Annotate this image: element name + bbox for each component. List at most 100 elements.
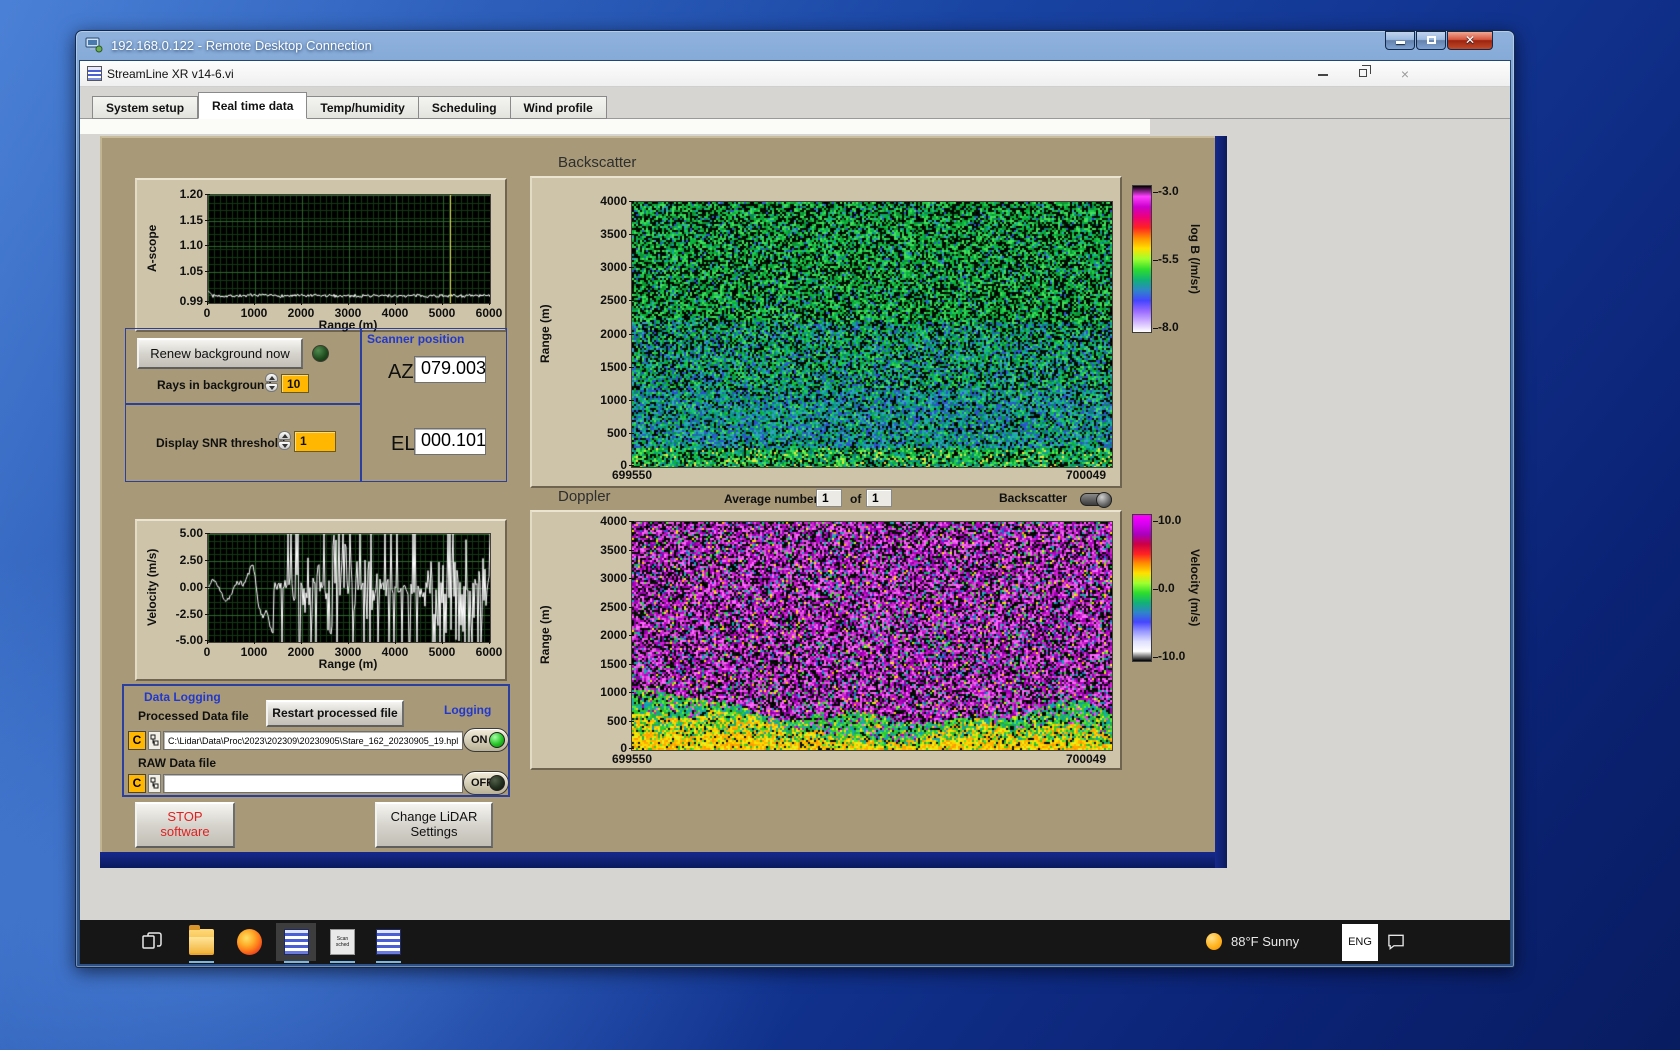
velocity-plot: [207, 533, 491, 643]
axis-tick: 4000: [600, 514, 627, 528]
az-label: AZ: [388, 361, 414, 383]
az-value-field[interactable]: 079.003: [414, 356, 486, 383]
rdp-maximize-icon[interactable]: [1416, 31, 1446, 50]
a-scope-graph: A-scope Range (m) 1.20 1.15 1.10 1.05 0.99 0 1…: [135, 178, 507, 332]
colorbar-tickmark: [1153, 520, 1158, 522]
axis-tick: 0.00: [179, 580, 203, 594]
axis-tick: 4000: [381, 645, 409, 659]
scan-scheduler-icon-text: Scan sched: [335, 936, 350, 948]
tab-wind-profile[interactable]: Wind profile: [510, 96, 607, 119]
scan-scheduler-icon[interactable]: Scan sched: [330, 929, 355, 955]
stop-line1: STOP: [167, 809, 203, 824]
weather-icon[interactable]: [1206, 933, 1222, 950]
app-minimize-icon[interactable]: [1305, 63, 1341, 85]
colorbar-tick: -10.0: [1158, 649, 1186, 664]
renew-background-button[interactable]: Renew background now: [137, 338, 303, 369]
restart-processed-file-button[interactable]: Restart processed file: [266, 700, 404, 727]
average-number-field[interactable]: 1: [816, 489, 842, 507]
a-scope-plot: [207, 194, 491, 304]
processed-logging-toggle[interactable]: ON: [463, 728, 509, 752]
stop-software-button[interactable]: STOP software: [135, 802, 235, 848]
weather-temp: 88°F: [1231, 934, 1259, 949]
tab-system-setup[interactable]: System setup: [92, 96, 199, 119]
task-view-icon[interactable]: [141, 931, 166, 957]
tab-scheduling[interactable]: Scheduling: [418, 96, 511, 119]
on-label: ON: [471, 734, 488, 746]
vi-window-taskbar-icon[interactable]: [376, 929, 401, 955]
front-panel: A-scope Range (m) 1.20 1.15 1.10 1.05 0.99 0 1…: [100, 136, 1215, 852]
raw-logging-toggle[interactable]: OFF: [463, 771, 509, 795]
axis-tickmark: [205, 194, 210, 195]
average-total-field[interactable]: 1: [866, 489, 892, 507]
doppler-x-end: 700049: [1065, 752, 1107, 766]
app-titlebar[interactable]: StreamLine XR v14-6.vi: [80, 61, 1510, 87]
streamline-vi-taskbar-icon[interactable]: [284, 929, 309, 955]
doppler-colorbar-label: Velocity (m/s): [1188, 549, 1202, 627]
axis-tick: 1000: [600, 685, 627, 699]
velocity-graph: Velocity (m/s) Range (m) 5.00 2.50 0.00 -2.…: [135, 519, 507, 681]
scanner-position-box: Scanner position AZ 079.003 EL 000.101: [360, 328, 507, 482]
colorbar-tick: -8.0: [1158, 320, 1179, 335]
processed-browse-icon[interactable]: [148, 731, 161, 750]
axis-tick: 3000: [600, 260, 627, 275]
language-indicator[interactable]: ENG: [1342, 924, 1378, 961]
axis-tickmark: [629, 300, 634, 302]
axis-tickmark: [629, 521, 634, 522]
tab-real-time-data[interactable]: Real time data: [198, 92, 308, 119]
axis-tick: 0: [203, 645, 211, 659]
change-lidar-settings-button[interactable]: Change LiDAR Settings: [375, 802, 493, 848]
rdp-titlebar[interactable]: 192.168.0.122 - Remote Desktop Connectio…: [75, 30, 1515, 60]
rays-value-field[interactable]: 10: [281, 374, 309, 393]
app-restore-icon[interactable]: [1345, 63, 1381, 85]
colorbar-tick: -5.5: [1158, 252, 1179, 266]
axis-tickmark: [629, 606, 634, 608]
axis-tickmark: [207, 301, 208, 305]
panel-top-strip: [80, 119, 1150, 134]
axis-tickmark: [205, 614, 210, 615]
file-explorer-icon[interactable]: [189, 925, 214, 955]
rdp-minimize-icon[interactable]: [1385, 31, 1415, 50]
axis-tick: 4000: [381, 306, 409, 320]
display-snr-threshold-label: Display SNR threshold: [156, 436, 286, 450]
tab-temp-humidity[interactable]: Temp/humidity: [307, 96, 419, 119]
chat-icon[interactable]: [1386, 932, 1411, 958]
firefox-icon[interactable]: [237, 929, 262, 955]
colorbar-tick: -3.0: [1158, 183, 1179, 198]
logging-on-led-icon: [489, 732, 505, 748]
axis-tickmark: [301, 640, 302, 644]
raw-path-field[interactable]: [163, 774, 463, 793]
axis-tickmark: [629, 333, 634, 335]
snr-value-field[interactable]: 1: [294, 431, 336, 452]
vi-icon: [87, 66, 102, 81]
logging-off-led-icon: [489, 775, 505, 791]
el-value-field[interactable]: 000.101: [414, 428, 486, 455]
velocity-xlabel: Range (m): [318, 657, 378, 671]
backscatter-doppler-toggle[interactable]: [1080, 492, 1112, 508]
desktop: 192.168.0.122 - Remote Desktop Connectio…: [0, 0, 1680, 1050]
axis-tick: -2.50: [175, 607, 203, 621]
background-led-icon: [312, 345, 329, 362]
weather-condition: Sunny: [1262, 934, 1300, 949]
processed-drive-button[interactable]: C: [128, 731, 146, 750]
axis-tick: 2500: [600, 293, 627, 308]
scan-scheduler-indicator: [330, 961, 355, 963]
weather-text[interactable]: 88°F Sunny: [1231, 934, 1299, 949]
rays-spinner[interactable]: [265, 373, 278, 393]
axis-tickmark: [629, 366, 634, 368]
axis-tickmark: [489, 640, 490, 644]
axis-tickmark: [442, 640, 443, 644]
snr-spinner[interactable]: [278, 431, 291, 451]
axis-tickmark: [205, 560, 210, 561]
axis-tick: 3000: [334, 306, 362, 320]
processed-path-field[interactable]: C:\Lidar\Data\Proc\2023\202309\20230905\…: [163, 731, 463, 750]
axis-tickmark: [629, 201, 634, 202]
colorbar-tickmark: [1153, 657, 1158, 659]
axis-tick: 2000: [287, 306, 315, 320]
app-close-icon[interactable]: ×: [1387, 63, 1423, 85]
raw-browse-icon[interactable]: [148, 774, 161, 793]
rdp-close-icon[interactable]: ✕: [1447, 31, 1493, 50]
axis-tick: 0: [620, 458, 627, 472]
colorbar-tickmark: [1153, 328, 1158, 330]
raw-drive-button[interactable]: C: [128, 774, 146, 793]
axis-tickmark: [629, 635, 634, 636]
